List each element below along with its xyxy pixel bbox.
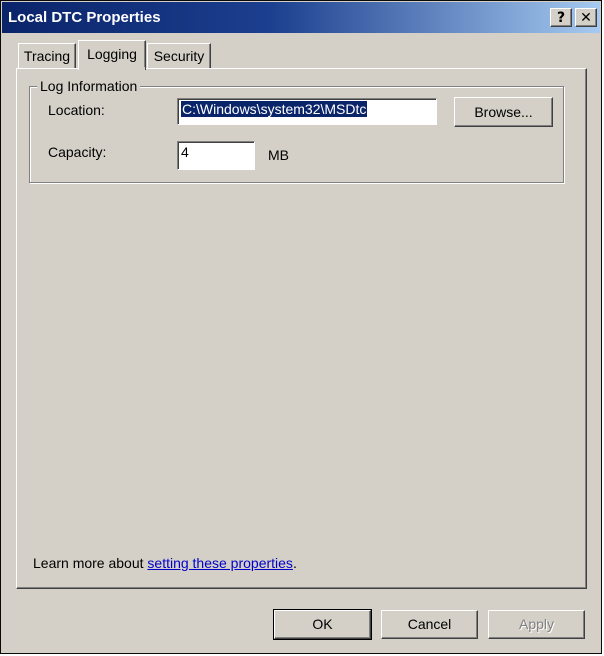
- location-input[interactable]: C:\Windows\system32\MSDtc: [177, 98, 437, 125]
- apply-button[interactable]: Apply: [488, 610, 585, 639]
- log-information-label: Log Information: [37, 78, 141, 94]
- capacity-label: Capacity:: [48, 144, 107, 160]
- ok-button-label: OK: [312, 616, 333, 632]
- close-icon: ✕: [580, 10, 592, 26]
- tab-logging-label: Logging: [87, 46, 137, 62]
- help-button[interactable]: ?: [550, 8, 572, 27]
- cancel-button-label: Cancel: [407, 616, 452, 632]
- setting-properties-link[interactable]: setting these properties: [147, 555, 293, 571]
- apply-button-label: Apply: [518, 616, 555, 632]
- tab-tracing-label: Tracing: [23, 48, 71, 64]
- learn-more-prefix: Learn more about: [33, 555, 148, 571]
- tab-security[interactable]: Security: [147, 43, 211, 69]
- cancel-button[interactable]: Cancel: [381, 610, 478, 639]
- capacity-unit: MB: [268, 147, 289, 163]
- tab-security-label: Security: [153, 48, 205, 64]
- close-button[interactable]: ✕: [575, 8, 597, 27]
- ok-button[interactable]: OK: [273, 609, 372, 640]
- help-icon: ?: [556, 10, 566, 26]
- learn-more-suffix: .: [292, 555, 297, 571]
- learn-more-text: Learn more about setting these propertie…: [33, 555, 297, 571]
- browse-button-label: Browse...: [474, 104, 533, 120]
- capacity-value: 4: [181, 144, 189, 160]
- title-bar[interactable]: Local DTC Properties ? ✕: [2, 2, 600, 33]
- location-label: Location:: [48, 102, 105, 118]
- capacity-input[interactable]: 4: [177, 141, 255, 170]
- active-tab-join: [79, 67, 145, 70]
- tab-tracing[interactable]: Tracing: [18, 43, 76, 69]
- location-value: C:\Windows\system32\MSDtc: [181, 101, 368, 117]
- tab-logging[interactable]: Logging: [78, 40, 146, 70]
- browse-button[interactable]: Browse...: [454, 97, 553, 127]
- window-title: Local DTC Properties: [8, 9, 161, 26]
